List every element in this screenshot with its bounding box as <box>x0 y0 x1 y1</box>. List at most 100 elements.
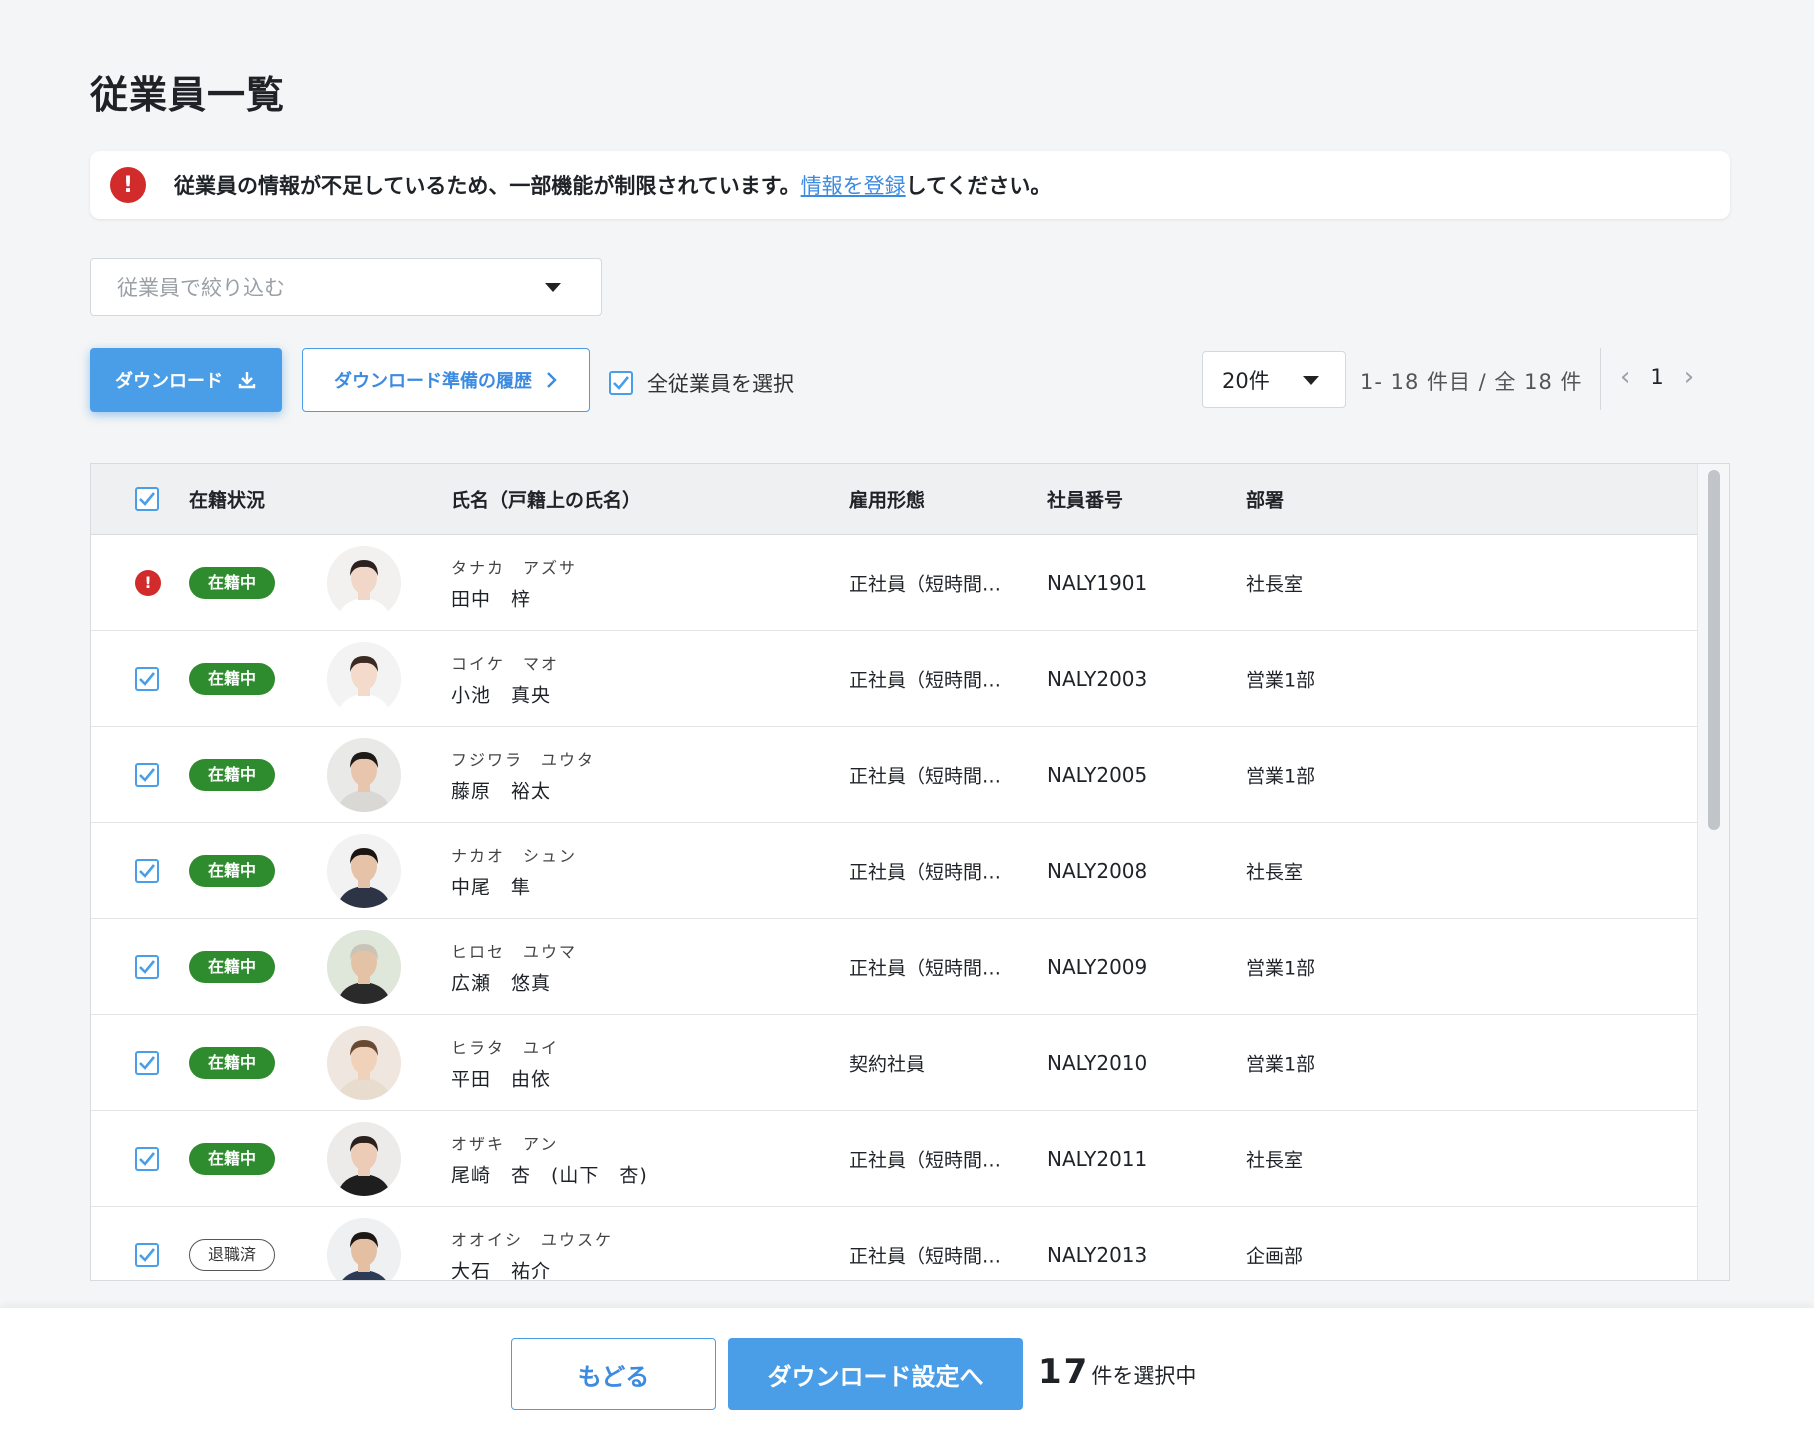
table-header: 在籍状況 氏名（戸籍上の氏名） 雇用形態 社員番号 部署 <box>91 464 1729 535</box>
status-badge: 在籍中 <box>189 950 275 983</box>
scrollbar-thumb[interactable] <box>1708 470 1720 830</box>
name-kana: フジワラ ユウタ <box>451 750 596 769</box>
per-page-select[interactable]: 20件 <box>1202 351 1346 408</box>
name-cell: オオイシ ユウスケ 大石 祐介 <box>451 1226 613 1280</box>
status-badge: 在籍中 <box>189 854 275 887</box>
name-cell: コイケ マオ 小池 真央 <box>451 650 559 707</box>
department: 営業1部 <box>1246 957 1316 979</box>
name-kana: ヒラタ ユイ <box>451 1038 560 1057</box>
row-checkbox[interactable] <box>135 1146 159 1171</box>
header-status[interactable]: 在籍状況 <box>189 486 265 513</box>
table-row[interactable]: 在籍中 ヒラタ ユイ 平田 由依 契約社員 NALY2010 営業1部 <box>91 1015 1699 1111</box>
header-select-all-checkbox[interactable] <box>135 487 159 511</box>
download-history-button[interactable]: ダウンロード準備の履歴 <box>302 348 590 412</box>
avatar <box>327 1025 401 1100</box>
status-cell: 在籍中 <box>189 758 275 791</box>
current-page[interactable]: 1 <box>1650 365 1663 389</box>
header-employee-id[interactable]: 社員番号 <box>1047 486 1123 513</box>
row-select-cell[interactable] <box>135 954 159 979</box>
table-row[interactable]: 在籍中 ヒロセ ユウマ 広瀬 悠真 正社員（短時間… NALY2009 営業1部 <box>91 919 1699 1015</box>
download-button-label: ダウンロード <box>115 371 223 392</box>
person-photo-icon <box>327 929 401 1004</box>
row-checkbox[interactable] <box>135 1050 159 1075</box>
check-icon <box>139 863 155 878</box>
prev-page-icon[interactable]: ‹ <box>1620 362 1630 392</box>
status-badge: 退職済 <box>189 1238 275 1271</box>
download-settings-button[interactable]: ダウンロード設定へ <box>728 1338 1023 1410</box>
warning-icon: ! <box>135 569 161 596</box>
employment-type: 正社員（短時間… <box>849 765 1002 787</box>
name-kana: ヒロセ ユウマ <box>451 942 578 961</box>
table-row[interactable]: 在籍中 オザキ アン 尾崎 杏 (山下 杏) 正社員（短時間… NALY2011 社長室 <box>91 1111 1699 1207</box>
row-select-cell[interactable] <box>135 858 159 883</box>
check-icon <box>139 671 155 686</box>
check-icon <box>613 376 629 390</box>
name-cell: オザキ アン 尾崎 杏 (山下 杏) <box>451 1130 648 1187</box>
person-photo-icon <box>327 641 401 716</box>
row-select-cell[interactable] <box>135 1050 159 1075</box>
avatar <box>327 929 401 1004</box>
back-button[interactable]: もどる <box>511 1338 716 1410</box>
table-row[interactable]: ! 在籍中 タナカ アズサ 田中 梓 正社員（短時間… NALY1901 社長室 <box>91 535 1699 631</box>
table-scrollbar[interactable] <box>1697 464 1729 1280</box>
row-select-cell[interactable] <box>135 1242 159 1267</box>
status-cell: 在籍中 <box>189 950 275 983</box>
table-row[interactable]: 退職済 オオイシ ユウスケ 大石 祐介 正社員（短時間… NALY2013 企画部 <box>91 1207 1699 1280</box>
department: 企画部 <box>1246 1245 1304 1267</box>
avatar-cell <box>327 833 401 908</box>
select-all-label: 全従業員を選択 <box>647 372 794 396</box>
table-row[interactable]: 在籍中 コイケ マオ 小池 真央 正社員（短時間… NALY2003 営業1部 <box>91 631 1699 727</box>
row-checkbox[interactable] <box>135 1242 159 1267</box>
download-icon <box>238 372 256 389</box>
employment-type: 契約社員 <box>849 1053 926 1075</box>
status-badge: 在籍中 <box>189 1142 275 1175</box>
person-photo-icon <box>327 545 401 620</box>
next-page-icon[interactable]: › <box>1684 362 1694 392</box>
avatar-cell <box>327 737 401 812</box>
avatar <box>327 1121 401 1196</box>
status-badge: 在籍中 <box>189 1046 275 1079</box>
name-kanji: 中尾 隼 <box>451 876 532 898</box>
row-select-cell[interactable] <box>135 1146 159 1171</box>
avatar-cell <box>327 1121 401 1196</box>
caret-down-icon <box>545 283 561 292</box>
person-photo-icon <box>327 1121 401 1196</box>
avatar <box>327 737 401 812</box>
select-all-checkbox[interactable] <box>609 371 633 395</box>
name-kanji: 広瀬 悠真 <box>451 972 552 994</box>
check-icon <box>139 959 155 974</box>
status-badge: 在籍中 <box>189 662 275 695</box>
name-cell: フジワラ ユウタ 藤原 裕太 <box>451 746 595 803</box>
avatar <box>327 641 401 716</box>
table-row[interactable]: 在籍中 フジワラ ユウタ 藤原 裕太 正社員（短時間… NALY2005 営業1部 <box>91 727 1699 823</box>
register-info-link[interactable]: 情報を登録 <box>801 170 906 200</box>
header-department[interactable]: 部署 <box>1246 486 1284 513</box>
row-checkbox[interactable] <box>135 666 159 691</box>
status-cell: 在籍中 <box>189 1046 275 1079</box>
row-checkbox[interactable] <box>135 762 159 787</box>
employee-id: NALY2011 <box>1047 1146 1148 1171</box>
status-cell: 退職済 <box>189 1238 275 1271</box>
person-photo-icon <box>327 1025 401 1100</box>
header-name[interactable]: 氏名（戸籍上の氏名） <box>451 486 641 513</box>
name-kana: コイケ マオ <box>451 654 560 673</box>
row-checkbox[interactable] <box>135 954 159 979</box>
name-kanji: 田中 梓 <box>451 588 532 610</box>
avatar-cell <box>327 545 401 620</box>
pager-divider <box>1600 348 1601 410</box>
row-select-cell[interactable]: ! <box>135 569 161 596</box>
check-icon <box>139 767 155 782</box>
table-row[interactable]: 在籍中 ナカオ シュン 中尾 隼 正社員（短時間… NALY2008 社長室 <box>91 823 1699 919</box>
department: 社長室 <box>1246 573 1304 595</box>
download-button[interactable]: ダウンロード <box>90 348 282 412</box>
row-select-cell[interactable] <box>135 762 159 787</box>
check-icon <box>139 1055 155 1070</box>
selected-count: 17 件を選択中 <box>1038 1352 1196 1392</box>
name-kanji: 小池 真央 <box>451 684 552 706</box>
employee-filter-select[interactable]: 従業員で絞り込む <box>90 258 602 316</box>
row-select-cell[interactable] <box>135 666 159 691</box>
select-all-employees[interactable]: 全従業員を選択 <box>609 368 794 398</box>
name-kanji: 藤原 裕太 <box>451 780 552 802</box>
header-employment-type[interactable]: 雇用形態 <box>849 486 925 513</box>
row-checkbox[interactable] <box>135 858 159 883</box>
